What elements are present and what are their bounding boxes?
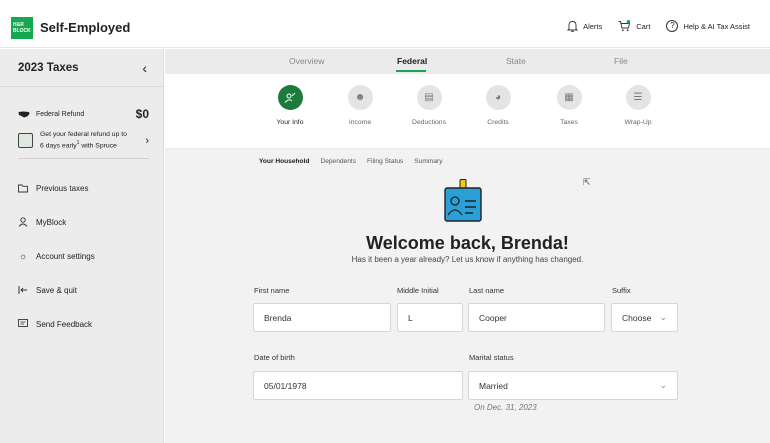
active-tab-indicator	[396, 70, 426, 72]
refund-amount: $0	[135, 107, 149, 121]
step-income[interactable]: ☻ Income	[325, 85, 395, 126]
top-bar: H&R BLOCK Self-Employed Alerts Cart ? He…	[0, 8, 770, 48]
marital-status-label: Marital status	[469, 353, 514, 362]
person-edit-icon	[277, 85, 303, 110]
welcome-subtitle: Has it been a year already? Let us know …	[351, 255, 584, 264]
chevron-down-icon: ⌄	[659, 312, 667, 322]
sidebar-header: 2023 Taxes ‹	[0, 49, 163, 87]
last-name-label: Last name	[469, 286, 505, 295]
step-your-info[interactable]: Your Info	[255, 85, 325, 126]
main-content: Overview Federal State File Your Info ☻ …	[165, 49, 770, 443]
sidebar: 2023 Taxes ‹ Federal Refund $0 Get your …	[0, 49, 164, 443]
card-icon	[18, 133, 33, 148]
us-map-icon	[18, 111, 30, 118]
first-name-label: First name	[254, 286, 290, 295]
help-label: Help & AI Tax Assist	[683, 21, 750, 31]
step-label: Credits	[487, 119, 509, 126]
step-deductions[interactable]: ▤ Deductions	[394, 85, 464, 126]
folder-icon	[18, 183, 28, 193]
spruce-promo[interactable]: Get your federal refund up to 6 days earl…	[18, 129, 149, 159]
step-label: Income	[348, 119, 372, 126]
top-actions: Alerts Cart ? Help & AI Tax Assist	[567, 20, 750, 32]
subnav-filing-status[interactable]: Filing Status	[367, 158, 403, 165]
step-wrap-up[interactable]: ☰ Wrap-Up	[603, 85, 673, 126]
deductions-icon: ▤	[416, 85, 442, 110]
marital-status-value: Married	[479, 380, 508, 391]
question-icon: ?	[666, 20, 679, 32]
tab-state[interactable]: State	[506, 56, 526, 66]
sidebar-item-send-feedback[interactable]: Send Feedback	[0, 307, 163, 341]
dob-value: 05/01/1978	[264, 380, 307, 391]
hrblock-logo[interactable]: H&R BLOCK	[11, 17, 33, 39]
sidebar-item-label: Account settings	[36, 251, 95, 261]
refund-label: Federal Refund	[36, 110, 85, 118]
marital-status-note: On Dec. 31, 2023	[474, 403, 537, 412]
id-badge-icon	[443, 179, 483, 226]
sidebar-item-previous-taxes[interactable]: Previous taxes	[0, 171, 163, 205]
cart-label: Cart	[636, 21, 651, 31]
gear-icon: ☼	[18, 251, 28, 261]
cart-icon	[618, 20, 631, 32]
sidebar-item-label: Previous taxes	[36, 183, 89, 193]
alerts-button[interactable]: Alerts	[567, 20, 602, 32]
collapse-sidebar-icon[interactable]: ‹	[142, 60, 147, 76]
subnav-your-household[interactable]: Your Household	[259, 158, 309, 165]
suffix-label: Suffix	[612, 286, 631, 295]
step-label: Your Info	[276, 119, 304, 126]
chevron-down-icon: ⌄	[659, 380, 667, 390]
sidebar-item-label: Send Feedback	[36, 319, 93, 329]
federal-refund: Federal Refund $0	[0, 107, 163, 121]
mouse-cursor-icon: ⇱	[583, 177, 591, 187]
feedback-icon	[18, 319, 28, 329]
dob-label: Date of birth	[254, 353, 295, 362]
bell-icon	[567, 20, 579, 32]
suffix-select[interactable]: Choose ⌄	[611, 303, 678, 332]
sidebar-item-save-quit[interactable]: Save & quit	[0, 273, 163, 307]
help-button[interactable]: ? Help & AI Tax Assist	[666, 20, 750, 32]
section-tabs: Overview Federal State File	[165, 49, 770, 74]
chevron-right-icon: ›	[145, 134, 149, 147]
sidebar-item-account-settings[interactable]: ☼ Account settings	[0, 239, 163, 273]
dob-field[interactable]: 05/01/1978	[253, 371, 463, 400]
tab-federal[interactable]: Federal	[397, 56, 427, 66]
tab-overview[interactable]: Overview	[289, 56, 324, 66]
step-label: Taxes	[560, 119, 578, 126]
tab-file[interactable]: File	[614, 56, 628, 66]
sidebar-item-label: MyBlock	[36, 217, 67, 227]
calculator-icon: ▦	[556, 85, 582, 110]
step-taxes[interactable]: ▦ Taxes	[534, 85, 604, 126]
alerts-label: Alerts	[583, 21, 603, 31]
suffix-value: Choose	[622, 312, 652, 323]
cart-button[interactable]: Cart	[618, 20, 650, 32]
step-label: Wrap-Up	[624, 119, 652, 126]
middle-initial-label: Middle Initial	[397, 286, 439, 295]
step-credits[interactable]: ◕ Credits	[463, 85, 533, 126]
welcome-title: Welcome back, Brenda!	[366, 233, 569, 253]
subnav-summary[interactable]: Summary	[414, 158, 442, 165]
income-icon: ☻	[347, 85, 373, 110]
first-name-field[interactable]: Brenda	[253, 303, 391, 332]
step-progress: Your Info ☻ Income ▤ Deductions ◕ Credit…	[165, 74, 770, 149]
last-name-field[interactable]: Cooper	[468, 303, 605, 332]
logo-line-2: BLOCK	[13, 28, 31, 34]
tax-year-title: 2023 Taxes	[18, 61, 79, 74]
credits-icon: ◕	[485, 85, 511, 110]
middle-initial-value: L	[408, 312, 413, 323]
checklist-icon: ☰	[625, 85, 651, 110]
exit-icon	[18, 285, 28, 295]
last-name-value: Cooper	[479, 312, 507, 323]
sidebar-item-myblock[interactable]: MyBlock	[0, 205, 163, 239]
sub-navigation: Your Household Dependents Filing Status …	[259, 158, 443, 165]
middle-initial-field[interactable]: L	[397, 303, 463, 332]
sidebar-nav: Previous taxes MyBlock ☼ Account setting…	[0, 171, 163, 341]
subnav-dependents[interactable]: Dependents	[320, 158, 356, 165]
spruce-text: Get your federal refund up to 6 days earl…	[40, 131, 127, 150]
first-name-value: Brenda	[264, 312, 292, 323]
app-title: Self-Employed	[40, 20, 131, 35]
sidebar-item-label: Save & quit	[36, 285, 77, 295]
marital-status-select[interactable]: Married ⌄	[468, 371, 678, 400]
step-label: Deductions	[411, 119, 446, 126]
person-icon	[18, 217, 28, 227]
